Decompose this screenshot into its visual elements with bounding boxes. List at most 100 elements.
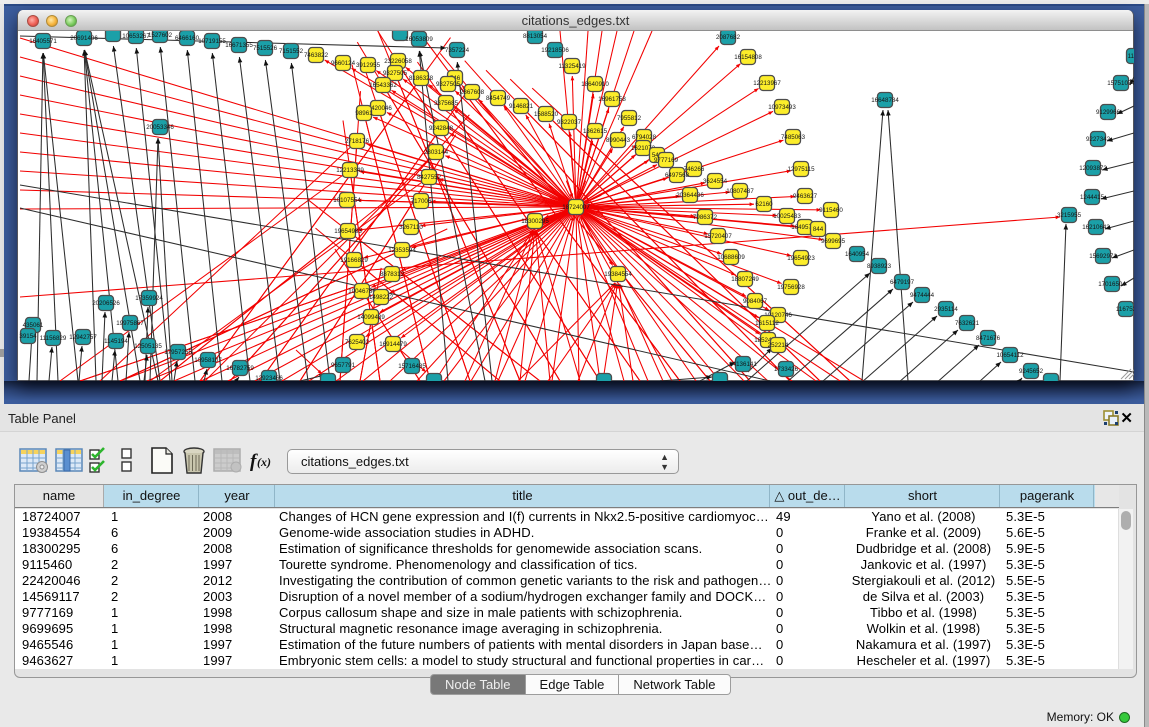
svg-text:8938923: 8938923 — [867, 263, 892, 270]
svg-text:8813054: 8813054 — [523, 33, 548, 40]
svg-text:39154: 39154 — [19, 333, 37, 340]
svg-text:7625402: 7625402 — [345, 339, 370, 346]
svg-text:10025433: 10025433 — [773, 213, 801, 220]
svg-text:10653267: 10653267 — [122, 33, 150, 40]
svg-text:3912955: 3912955 — [356, 62, 381, 69]
svg-text:7986372: 7986372 — [693, 214, 718, 221]
svg-text:12213967: 12213967 — [753, 80, 781, 87]
svg-text:2718176: 2718176 — [345, 138, 370, 145]
svg-text:19166829: 19166829 — [340, 257, 368, 264]
svg-text:9657791: 9657791 — [331, 362, 356, 369]
svg-text:16405571: 16405571 — [29, 38, 57, 45]
svg-text:3267110: 3267110 — [399, 224, 423, 231]
svg-text:20206526: 20206526 — [92, 300, 120, 307]
svg-text:2935114: 2935114 — [934, 306, 958, 313]
svg-text:12942757: 12942757 — [69, 334, 97, 341]
svg-text:9322037: 9322037 — [557, 119, 582, 126]
svg-text:8990443: 8990443 — [606, 137, 631, 144]
svg-text:9227342: 9227342 — [1086, 136, 1111, 143]
svg-text:1588520: 1588520 — [534, 111, 559, 118]
svg-text:14099489: 14099489 — [357, 314, 385, 321]
svg-text:8454749: 8454749 — [486, 95, 511, 102]
svg-text:19756928: 19756928 — [777, 284, 805, 291]
svg-text:16782759: 16782759 — [226, 365, 254, 372]
svg-text:8471676: 8471676 — [976, 335, 1001, 342]
svg-text:9474444: 9474444 — [910, 292, 935, 299]
svg-text:98961: 98961 — [355, 110, 373, 117]
svg-text:1244415: 1244415 — [1080, 194, 1105, 201]
svg-text:15692971: 15692971 — [1089, 253, 1117, 260]
svg-text:1615112: 1615112 — [755, 320, 779, 327]
svg-text:10807487: 10807487 — [726, 188, 754, 195]
svg-text:2867608: 2867608 — [460, 89, 485, 96]
svg-text:62160: 62160 — [755, 201, 773, 208]
svg-text:3215955: 3215955 — [1057, 212, 1082, 219]
svg-text:12505135: 12505135 — [134, 343, 162, 350]
svg-text:9660124: 9660124 — [331, 60, 356, 67]
svg-text:16154808: 16154808 — [734, 54, 762, 61]
svg-text:10654112: 10654112 — [996, 352, 1024, 359]
svg-text:9084067: 9084067 — [743, 298, 768, 305]
svg-text:1362615: 1362615 — [583, 128, 608, 135]
svg-text:3375685: 3375685 — [434, 100, 459, 107]
svg-text:12923466: 12923466 — [255, 375, 283, 381]
svg-text:2803144: 2803144 — [424, 149, 449, 156]
svg-text:9327505: 9327505 — [436, 81, 461, 88]
svg-text:9777169: 9777169 — [654, 157, 679, 164]
svg-text:18300295: 18300295 — [521, 218, 549, 225]
svg-text:19384554: 19384554 — [604, 271, 632, 278]
svg-text:6497568: 6497568 — [665, 172, 690, 179]
svg-text:9463627: 9463627 — [793, 193, 818, 200]
svg-text:8427552: 8427552 — [417, 174, 442, 181]
svg-text:844: 844 — [813, 226, 824, 233]
svg-text:14136141: 14136141 — [729, 361, 757, 368]
svg-text:15751074: 15751074 — [1107, 80, 1134, 87]
svg-text:18640910: 18640910 — [581, 81, 609, 88]
svg-text:16648784: 16648784 — [871, 97, 899, 104]
svg-text:(x): (x) — [257, 455, 271, 469]
svg-text:7357224: 7357224 — [445, 47, 470, 54]
svg-text:16671355: 16671355 — [225, 42, 253, 49]
svg-text:1145194: 1145194 — [104, 338, 128, 345]
svg-text:1640954: 1640954 — [845, 251, 870, 258]
svg-text:16961758: 16961758 — [598, 96, 626, 103]
svg-text:7955812: 7955812 — [617, 115, 642, 122]
svg-text:17957255: 17957255 — [164, 349, 192, 356]
svg-text:9699695: 9699695 — [821, 238, 846, 245]
svg-text:19654923: 19654923 — [787, 255, 815, 262]
svg-text:7485063: 7485063 — [781, 134, 806, 141]
svg-text:1527602: 1527602 — [148, 32, 173, 39]
svg-text:20364436: 20364436 — [676, 192, 704, 199]
svg-text:9327505: 9327505 — [383, 70, 408, 77]
svg-text:9242848: 9242848 — [429, 125, 454, 132]
svg-text:6479197: 6479197 — [890, 279, 915, 286]
svg-text:7632621: 7632621 — [955, 320, 980, 327]
svg-text:8186328: 8186328 — [409, 75, 434, 82]
svg-text:20691406: 20691406 — [70, 35, 98, 42]
svg-text:1733426: 1733426 — [774, 366, 799, 373]
svg-text:8878312: 8878312 — [380, 271, 405, 278]
svg-text:16914479: 16914479 — [379, 341, 407, 348]
svg-text:9245652: 9245652 — [1019, 368, 1044, 375]
svg-text:7151552: 7151552 — [279, 48, 304, 55]
svg-text:10107554: 10107554 — [333, 197, 361, 204]
svg-text:17016504: 17016504 — [1098, 281, 1126, 288]
svg-text:18724007: 18724007 — [562, 204, 590, 211]
svg-text:12975115: 12975115 — [787, 166, 815, 173]
svg-text:19654983: 19654983 — [334, 228, 362, 235]
svg-text:16053809: 16053809 — [405, 36, 433, 43]
svg-text:116753: 116753 — [1116, 306, 1134, 313]
svg-text:9115460: 9115460 — [819, 207, 843, 214]
svg-text:23226058: 23226058 — [384, 58, 412, 65]
svg-text:17359924: 17359924 — [135, 295, 163, 302]
svg-text:16543362: 16543362 — [369, 82, 397, 89]
svg-text:7463822: 7463822 — [304, 52, 329, 59]
svg-text:12213349: 12213349 — [336, 167, 364, 174]
svg-text:3624554: 3624554 — [703, 178, 728, 185]
svg-text:19975867: 19975867 — [116, 320, 144, 327]
svg-text:1117: 1117 — [1128, 53, 1134, 60]
svg-text:10973493: 10973493 — [768, 104, 796, 111]
svg-text:15720407: 15720407 — [704, 233, 732, 240]
svg-text:9146821: 9146821 — [509, 103, 534, 110]
svg-text:10958107: 10958107 — [194, 357, 222, 364]
